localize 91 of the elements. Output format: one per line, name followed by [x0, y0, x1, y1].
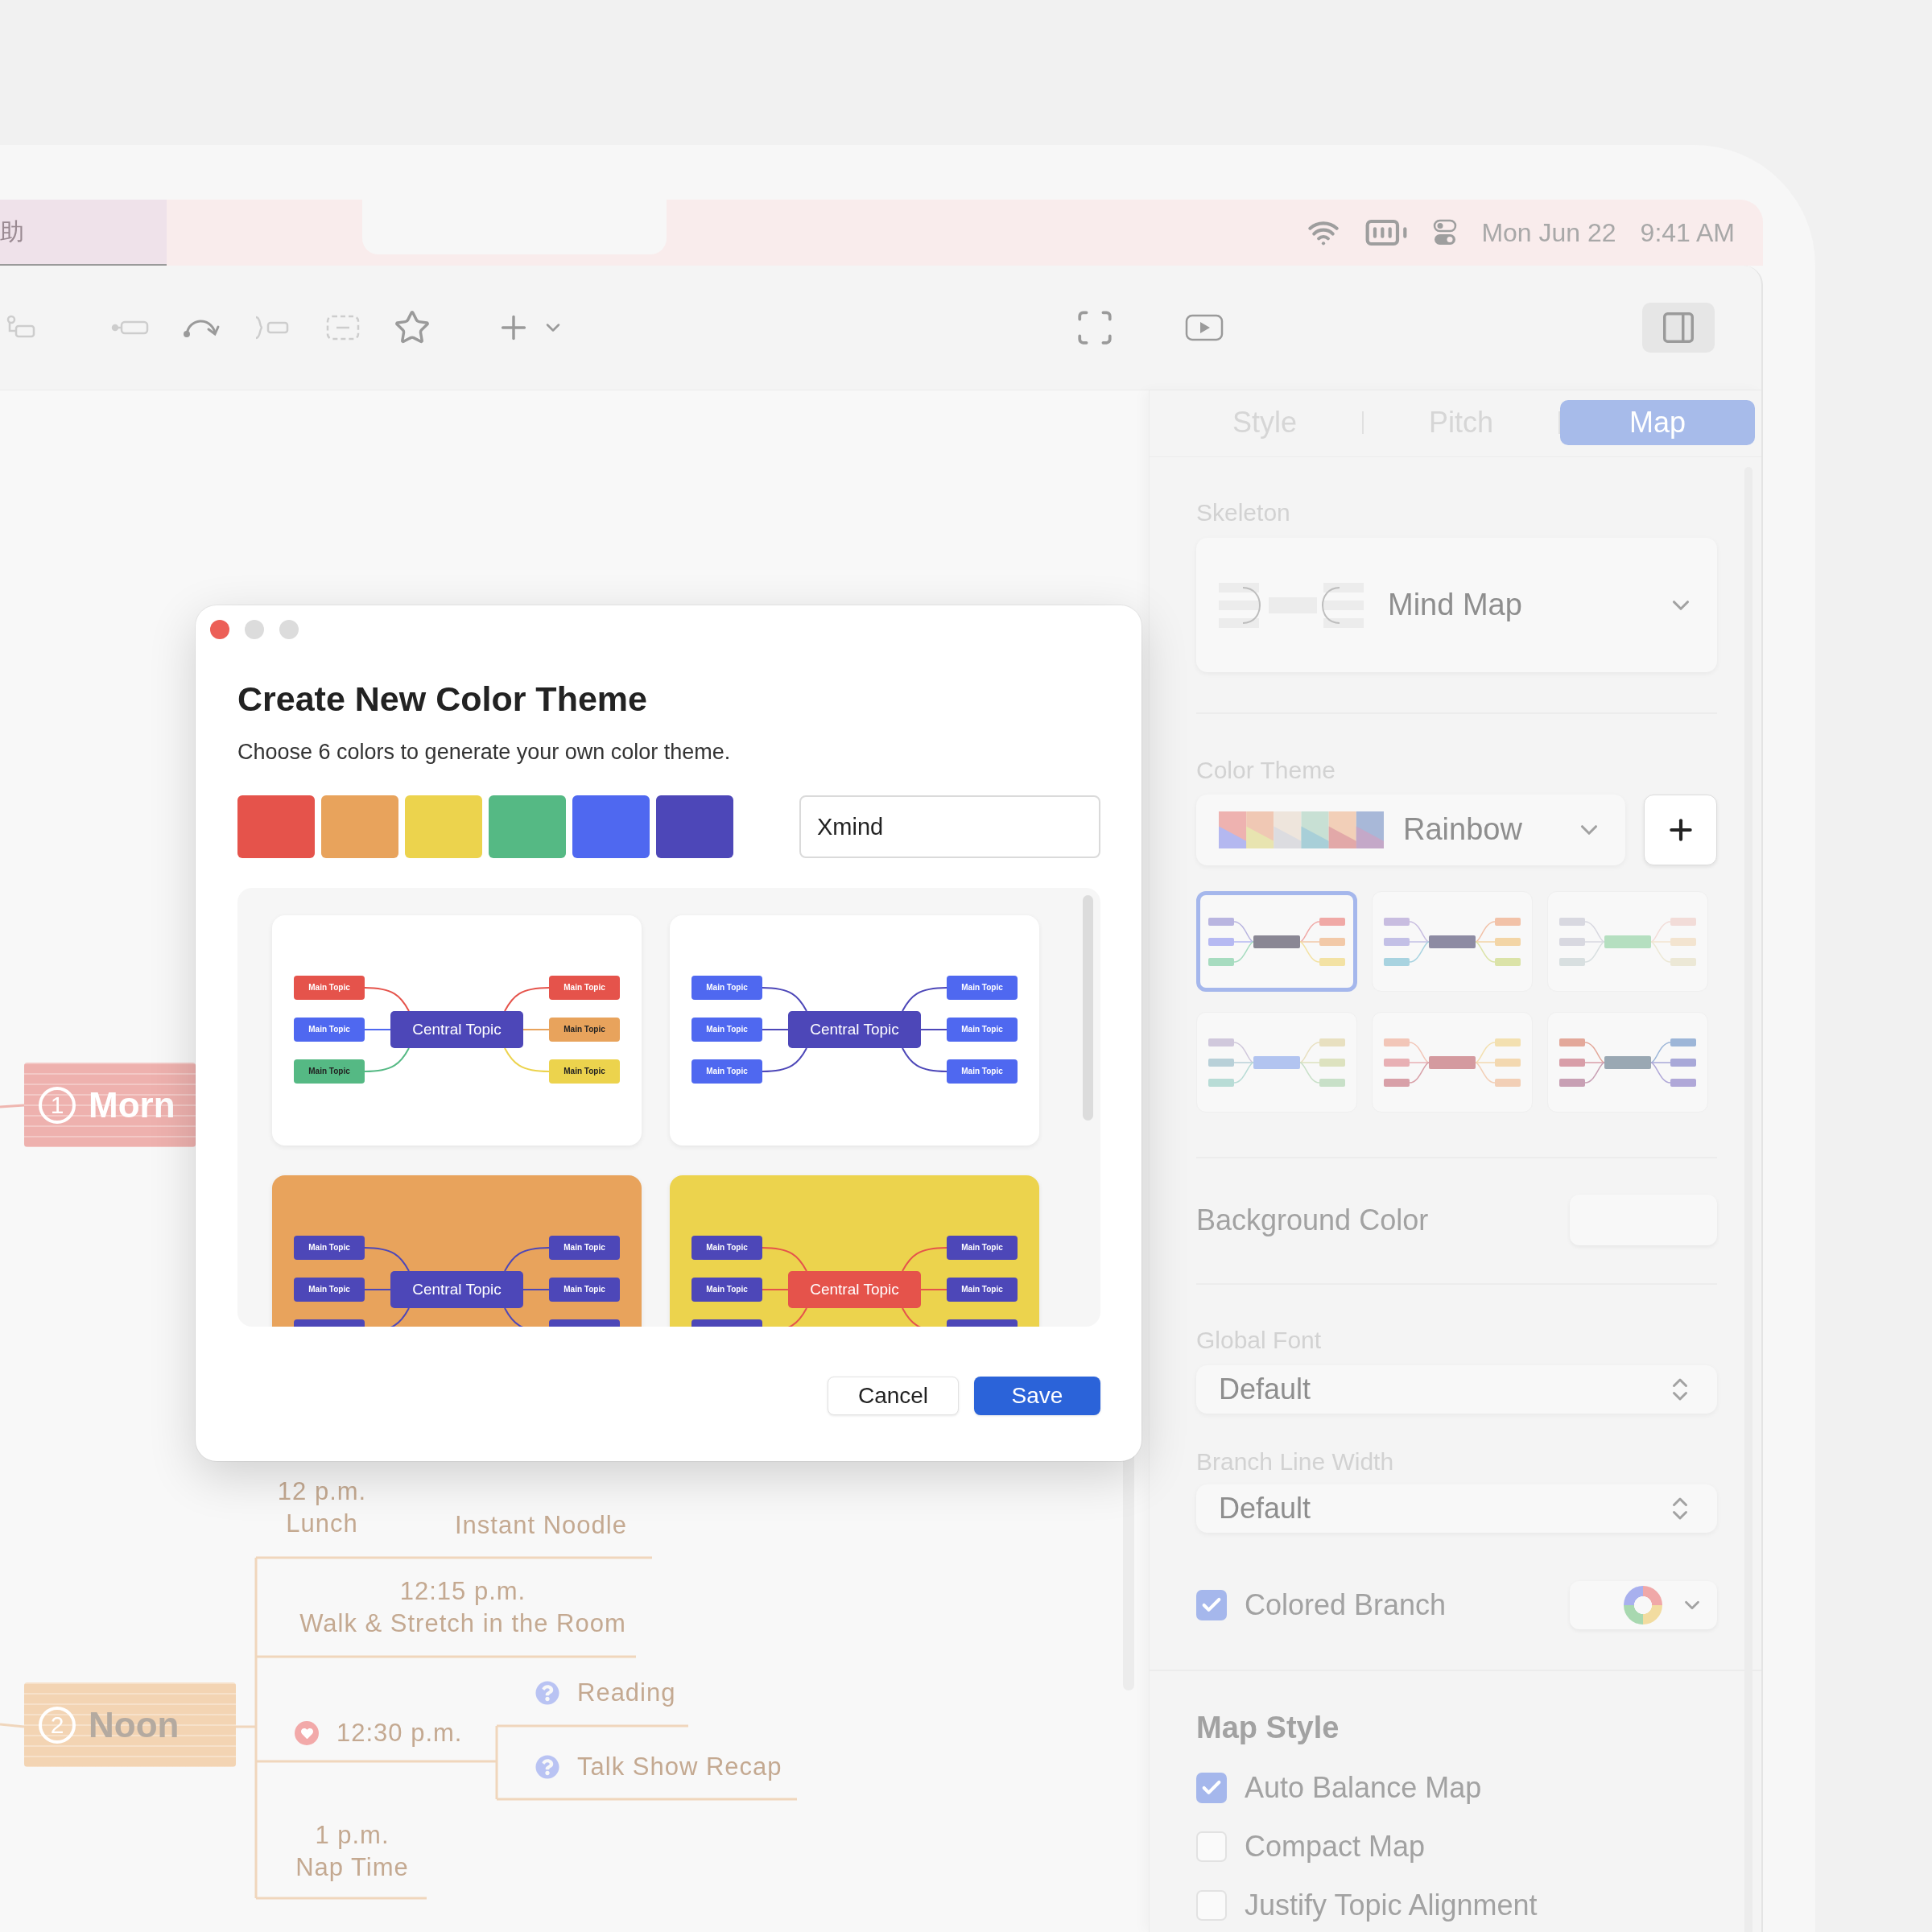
central-topic: Central Topic [390, 1271, 523, 1308]
step-number: 2 [39, 1706, 76, 1744]
topic-text[interactable]: Talk Show Recap [577, 1751, 782, 1783]
panel-toggle-button[interactable] [1642, 303, 1715, 353]
branch-line [0, 1104, 25, 1108]
color-swatch[interactable] [656, 795, 733, 858]
skeleton-dropdown[interactable]: Mind Map [1196, 538, 1717, 672]
branch-line [364, 1029, 391, 1030]
main-topic: Main Topic [294, 1059, 365, 1084]
branch-badge[interactable]: 1 Morn [24, 1063, 196, 1147]
theme-dropdown[interactable]: Rainbow [1196, 795, 1625, 865]
branch-line [504, 1047, 550, 1072]
main-topic: Main Topic [691, 1278, 762, 1302]
dialog-title: Create New Color Theme [237, 679, 648, 720]
color-swatch[interactable] [489, 795, 566, 858]
theme-preview-card[interactable]: Main Topic Main Topic Main Topic Central Topic Main Topic [670, 1175, 1039, 1327]
checkbox[interactable] [1196, 1773, 1227, 1803]
main-topic: Main Topic [549, 1236, 620, 1260]
branch-line [522, 1029, 550, 1030]
main-topic: Main Topic [549, 1059, 620, 1084]
main-topic: Main Topic [691, 1018, 762, 1042]
theme-preview-card[interactable]: Main Topic Main Topic Main Topic Central Topic Main Topic Main Topic Main Topic [670, 915, 1039, 1146]
color-swatch[interactable] [405, 795, 482, 858]
theme-preview-card[interactable]: Main Topic Main Topic Main Topic Central Topic Main Topic [272, 1175, 642, 1327]
central-topic: Central Topic [788, 1271, 921, 1308]
main-topic: Main Topic [549, 1018, 620, 1042]
color-swatch[interactable] [237, 795, 315, 858]
checkbox[interactable] [1196, 1890, 1227, 1921]
branch-badge[interactable]: 2 Noon [24, 1682, 236, 1767]
color-wheel-icon [1624, 1586, 1662, 1624]
central-topic: Central Topic [390, 1011, 523, 1048]
tab[interactable]: Map [1559, 400, 1755, 445]
question-icon [535, 1681, 559, 1705]
checkbox-label: Colored Branch [1245, 1587, 1447, 1623]
branch-label: Noon [89, 1703, 180, 1746]
minimize-button[interactable] [245, 620, 264, 639]
main-topic: Main Topic [947, 1018, 1018, 1042]
setting-label: Background Color [1196, 1202, 1429, 1238]
main-topic: Main Topic [691, 1236, 762, 1260]
control-center-icon[interactable] [1433, 219, 1458, 246]
save-button[interactable]: Save [974, 1377, 1100, 1415]
checkbox-label: Compact Map [1245, 1829, 1426, 1864]
branch-label: Morn [89, 1084, 175, 1126]
clock-text: 9:41 AM [1640, 217, 1735, 248]
main-topic: Main Topic [294, 1278, 365, 1302]
main-topic: Main Topic [691, 976, 762, 1000]
checkbox-label: Auto Balance Map [1245, 1770, 1482, 1806]
question-icon [535, 1755, 559, 1779]
main-topic: Main Topic [691, 1059, 762, 1084]
main-topic: Main Topic [294, 1236, 365, 1260]
topic-text[interactable]: 1 p.m. Nap Time [295, 1819, 409, 1884]
branch-line [364, 987, 410, 1012]
main-topic: Main Topic [549, 1278, 620, 1302]
central-topic: Central Topic [788, 1011, 921, 1048]
dialog-subtitle: Choose 6 colors to generate your own color theme. [237, 739, 732, 766]
scrollbar[interactable] [1083, 895, 1093, 1121]
branch-line [504, 987, 550, 1012]
theme-preview-card[interactable]: Main Topic Main Topic Main Topic Central Topic Main Topic Main Topic Main Topic [272, 915, 642, 1146]
line-width-select[interactable]: Default [1196, 1484, 1717, 1533]
section-heading: Map Style [1196, 1710, 1340, 1745]
menu-item[interactable]: 助 [0, 217, 24, 246]
checkbox[interactable] [1196, 1831, 1227, 1862]
theme-name-field[interactable]: Xmind [799, 795, 1100, 858]
topic-text[interactable]: Reading [577, 1677, 676, 1709]
color-swatch[interactable] [572, 795, 650, 858]
main-topic: Main Topic [549, 976, 620, 1000]
topic-text[interactable]: 12:30 p.m. [336, 1717, 463, 1749]
topic-text[interactable]: Instant Noodle [455, 1509, 627, 1542]
step-number: 1 [39, 1086, 76, 1124]
theme-thumbnail[interactable] [1196, 891, 1357, 992]
main-topic: Main Topic [294, 1018, 365, 1042]
main-topic: Main Topic [947, 1278, 1018, 1302]
font-select[interactable]: Default [1196, 1365, 1717, 1414]
checkbox[interactable] [1196, 1590, 1227, 1620]
main-topic: Main Topic [947, 1236, 1018, 1260]
add-theme-button[interactable] [1644, 795, 1717, 865]
color-swatch[interactable] [321, 795, 398, 858]
topic-text[interactable]: 12:15 p.m. Walk & Stretch in the Room [299, 1575, 626, 1640]
branch-color-picker[interactable] [1570, 1581, 1717, 1629]
checkbox-label: Justify Topic Alignment [1245, 1888, 1538, 1923]
main-topic: Main Topic [947, 976, 1018, 1000]
zoom-button[interactable] [279, 620, 299, 639]
main-topic: Main Topic [294, 976, 365, 1000]
date-text: Mon Jun 22 [1481, 217, 1616, 248]
branch-line [364, 1047, 410, 1072]
topic-text[interactable]: 12 p.m. Lunch [277, 1476, 367, 1540]
skeleton-icon [1219, 580, 1364, 630]
main-topic: Main Topic [947, 1059, 1018, 1084]
palette-strip-icon [1219, 811, 1384, 848]
close-button[interactable] [210, 620, 229, 639]
cancel-button[interactable]: Cancel [828, 1377, 959, 1415]
